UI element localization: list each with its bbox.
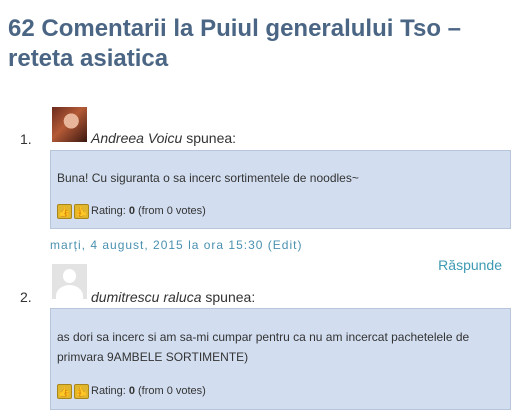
rating-value: 0 bbox=[128, 205, 135, 217]
rating-label: Rating: bbox=[91, 205, 126, 217]
reply-button[interactable]: Răspunde bbox=[438, 257, 502, 273]
avatar-head-icon bbox=[63, 269, 76, 283]
comment-date[interactable]: marți, 4 august, 2015 la ora 15:30 bbox=[50, 238, 263, 252]
says-label: spunea: bbox=[205, 289, 256, 305]
comment-date-line: marți, 4 august, 2015 la ora 15:30 (Edit… bbox=[50, 238, 302, 252]
avatar bbox=[52, 264, 87, 299]
rating-votes: (from 0 votes) bbox=[137, 385, 206, 397]
comment-number: 2. bbox=[20, 289, 32, 305]
avatar bbox=[52, 107, 87, 142]
page-title: 62 Comentarii la Puiul generalului Tso –… bbox=[8, 15, 461, 72]
thumb-up-icon[interactable]: 👍 bbox=[57, 203, 72, 219]
comment-author: dumitrescu raluca bbox=[91, 289, 202, 305]
thumb-up-icon[interactable]: 👍 bbox=[57, 383, 72, 399]
comment-number: 1. bbox=[20, 131, 32, 147]
rating-widget: 👍 👎 Rating: 0 (from 0 votes) bbox=[57, 381, 206, 401]
rating-votes: (from 0 votes) bbox=[137, 205, 206, 217]
comment-author[interactable]: Andreea Voicu bbox=[91, 130, 182, 146]
rating-widget: 👍 👎 Rating: 0 (from 0 votes) bbox=[57, 201, 206, 221]
comment-text: Buna! Cu siguranta o sa incerc sortiment… bbox=[57, 171, 359, 185]
comment-bubble: as dori sa incerc si am sa-mi cumpar pen… bbox=[50, 308, 511, 410]
comment-text: as dori sa incerc si am sa-mi cumpar pen… bbox=[57, 330, 470, 364]
says-label: spunea: bbox=[186, 130, 237, 146]
edit-link[interactable]: (Edit) bbox=[268, 238, 303, 252]
rating-label: Rating: bbox=[91, 385, 126, 397]
thumb-down-icon[interactable]: 👎 bbox=[74, 203, 89, 219]
comment-bubble: Buna! Cu siguranta o sa incerc sortiment… bbox=[50, 150, 511, 229]
thumb-down-icon[interactable]: 👎 bbox=[74, 383, 89, 399]
rating-value: 0 bbox=[128, 385, 135, 397]
avatar-body-icon bbox=[56, 285, 83, 299]
comment-meta: Andreea Voicu spunea: bbox=[91, 130, 236, 146]
comment-meta: dumitrescu raluca spunea: bbox=[91, 289, 255, 305]
